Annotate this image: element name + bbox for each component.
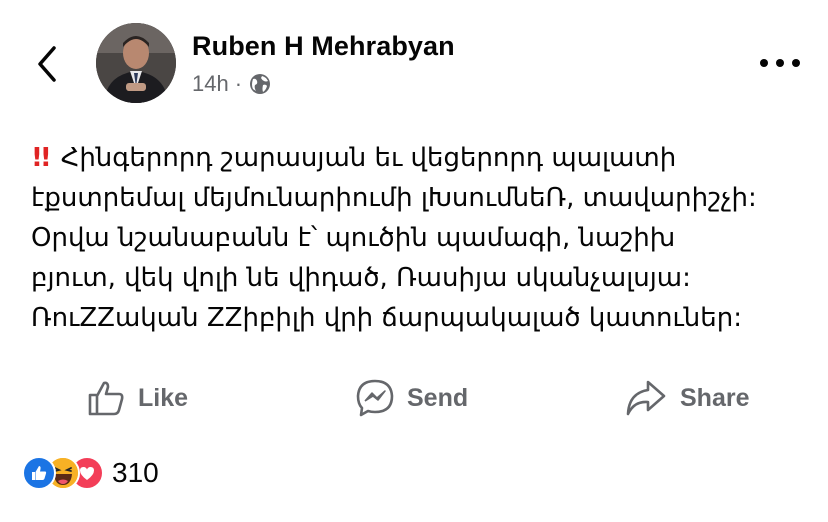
post-line: բյուտ, վեկ վոլի նե վիդած, Ռասիյա սկանչալ… [31,263,691,293]
more-options-button[interactable] [760,56,800,70]
reactions-summary[interactable]: 310 [22,456,159,490]
meta-separator: · [234,71,243,96]
post-actions: Like Send Share [0,370,828,426]
like-button[interactable]: Like [86,370,188,426]
double-exclamation-icon: !! [31,143,52,173]
post-line: էքստրեմալ մեյմունարիումի լԽսումնեՌ, տավա… [31,183,757,213]
back-button[interactable] [30,44,66,84]
avatar[interactable] [96,23,176,103]
share-button[interactable]: Share [624,370,749,426]
thumbs-up-icon [88,381,124,416]
chevron-left-icon [38,46,56,82]
post-line-text: Հինգերորդ շարասյան եւ վեցերորդ պալատի [60,143,677,173]
post-line: Օրվա նշանաբանն է՝ պուծին պամագի, նաշիխ [31,223,676,253]
share-arrow-icon [626,380,666,416]
author-photo [96,23,176,103]
like-reaction-icon [22,456,56,490]
post-line: ՌուZZական ZZիբիլի վրի ճարպակալած կատունե… [31,303,742,333]
post-text: !! Հինգերորդ շարասյան եւ վեցերորդ պալատի … [31,138,811,338]
more-dot-icon [760,59,768,67]
post-meta: 14h · [192,71,271,97]
send-label: Send [407,383,469,412]
reaction-count: 310 [112,457,159,488]
send-button[interactable]: Send [355,370,468,426]
author-name[interactable]: Ruben H Mehrabyan [192,31,455,62]
more-dot-icon [776,59,784,67]
share-label: Share [680,383,750,412]
more-dot-icon [792,59,800,67]
globe-icon[interactable] [249,73,271,95]
like-label: Like [138,383,189,412]
messenger-icon [356,379,394,417]
post-time[interactable]: 14h [192,71,229,97]
post-line: !! Հինգերորդ շարասյան եւ վեցերորդ պալատի [31,138,811,178]
